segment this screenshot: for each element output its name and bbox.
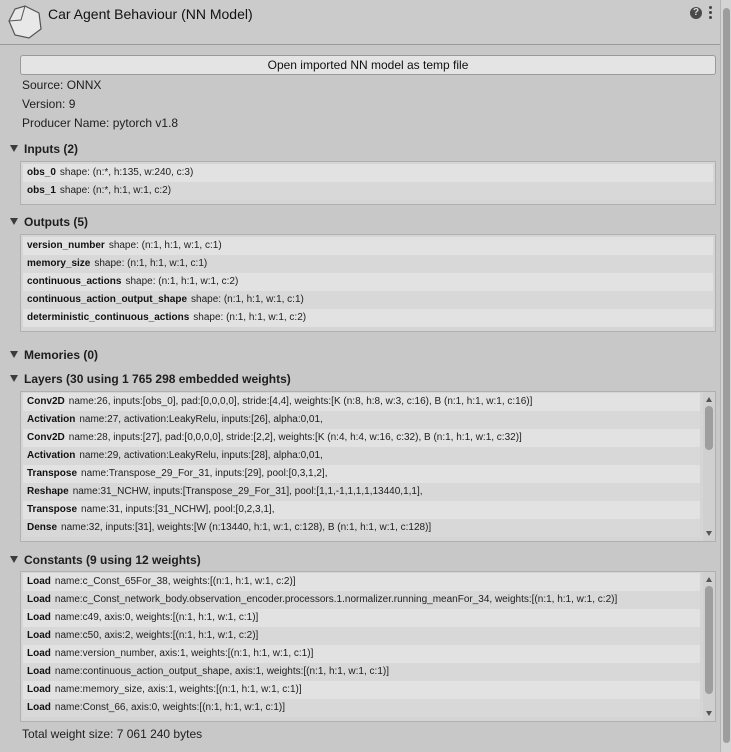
memories-foldout[interactable]: Memories (0) (10, 348, 98, 362)
foldout-arrow-icon (10, 218, 18, 225)
constants-list[interactable]: Load name:c_Const_65For_38, weights:[(n:1… (20, 571, 716, 722)
scroll-up-arrow-icon[interactable] (706, 577, 712, 582)
total-weight-size-label: Total weight size: 7 061 240 bytes (22, 727, 203, 741)
list-item: Load name:c_Const_65For_38, weights:[(n:1… (23, 573, 700, 591)
layers-header: Layers (30 using 1 765 298 embedded weig… (24, 372, 291, 386)
list-item: continuous_actions shape: (n:1, h:1, w:1,… (23, 273, 713, 291)
outputs-header: Outputs (5) (24, 215, 88, 229)
window-title: Car Agent Behaviour (NN Model) (48, 6, 253, 22)
list-item: Dense name:32, inputs:[31], weights:[W (n… (23, 519, 700, 537)
list-item: Activation name:29, activation:LeakyRelu,… (23, 447, 700, 465)
list-item: obs_0 shape: (n:*, h:135, w:240, c:3) (23, 164, 713, 182)
list-item: Load name:continuous_action_output_shape,… (23, 663, 700, 681)
inputs-foldout[interactable]: Inputs (2) (10, 142, 78, 156)
constants-scrollbar-thumb[interactable] (705, 586, 713, 694)
scroll-up-arrow-icon[interactable] (706, 397, 712, 402)
main-scrollbar-thumb[interactable] (723, 8, 730, 743)
foldout-arrow-icon (10, 145, 18, 152)
help-icon[interactable]: ? (690, 7, 702, 19)
list-item: Load name:c50, axis:2, weights:[(n:1, h:1… (23, 627, 700, 645)
list-item: Conv2D name:26, inputs:[obs_0], pad:[0,0,… (23, 393, 700, 411)
main-vertical-scrollbar[interactable] (720, 0, 731, 752)
list-item: obs_1 shape: (n:*, h:1, w:1, c:2) (23, 182, 713, 200)
memories-header: Memories (0) (24, 348, 99, 362)
foldout-arrow-icon (10, 351, 18, 358)
list-item: memory_size shape: (n:1, h:1, w:1, c:1) (23, 255, 713, 273)
open-temp-file-button[interactable]: Open imported NN model as temp file (20, 55, 716, 75)
scroll-down-arrow-icon[interactable] (706, 531, 712, 536)
outputs-foldout[interactable]: Outputs (5) (10, 215, 88, 229)
constants-scrollbar[interactable] (703, 572, 715, 721)
constants-header: Constants (9 using 12 weights) (24, 553, 201, 567)
list-item: Activation name:27, activation:LeakyRelu,… (23, 411, 700, 429)
outputs-list: version_number shape: (n:1, h:1, w:1, c:1… (20, 234, 716, 332)
layers-list[interactable]: Conv2D name:26, inputs:[obs_0], pad:[0,0,… (20, 391, 716, 542)
inputs-list: obs_0 shape: (n:*, h:135, w:240, c:3) obs… (20, 161, 716, 205)
list-item: version_number shape: (n:1, h:1, w:1, c:1… (23, 237, 713, 255)
constants-foldout[interactable]: Constants (9 using 12 weights) (10, 553, 201, 567)
inspector-content: Open imported NN model as temp file Sour… (0, 45, 720, 752)
layers-scrollbar[interactable] (703, 392, 715, 541)
list-item: Load name:version_number, axis:1, weights… (23, 645, 700, 663)
inspector-header: Car Agent Behaviour (NN Model) ? (0, 0, 720, 45)
foldout-arrow-icon (10, 556, 18, 563)
list-item: Transpose name:31, inputs:[31_NCHW], pool… (23, 501, 700, 519)
list-item: Load name:c49, axis:0, weights:[(n:1, h:1… (23, 609, 700, 627)
inputs-header: Inputs (2) (24, 142, 78, 156)
foldout-arrow-icon (10, 375, 18, 382)
list-item: Conv2D name:28, inputs:[27], pad:[0,0,0,0… (23, 429, 700, 447)
list-item: Transpose name:Transpose_29_For_31, input… (23, 465, 700, 483)
nn-model-icon (8, 5, 42, 39)
list-item: continuous_action_output_shape shape: (n:… (23, 291, 713, 309)
source-label: Source: ONNX (22, 78, 102, 92)
list-item: Load name:memory_size, axis:1, weights:[(… (23, 681, 700, 699)
producer-label: Producer Name: pytorch v1.8 (22, 116, 179, 130)
layers-scrollbar-thumb[interactable] (705, 406, 713, 450)
kebab-menu-icon[interactable] (709, 6, 713, 20)
list-item: Load name:c_Const_network_body.observatio… (23, 591, 700, 609)
layers-foldout[interactable]: Layers (30 using 1 765 298 embedded weig… (10, 372, 291, 386)
scroll-down-arrow-icon[interactable] (706, 711, 712, 716)
list-item: Load name:Const_66, axis:0, weights:[(n:1… (23, 699, 700, 717)
list-item: deterministic_continuous_actions shape: (… (23, 309, 713, 327)
version-label: Version: 9 (22, 97, 76, 111)
list-item: Reshape name:31_NCHW, inputs:[Transpose_2… (23, 483, 700, 501)
